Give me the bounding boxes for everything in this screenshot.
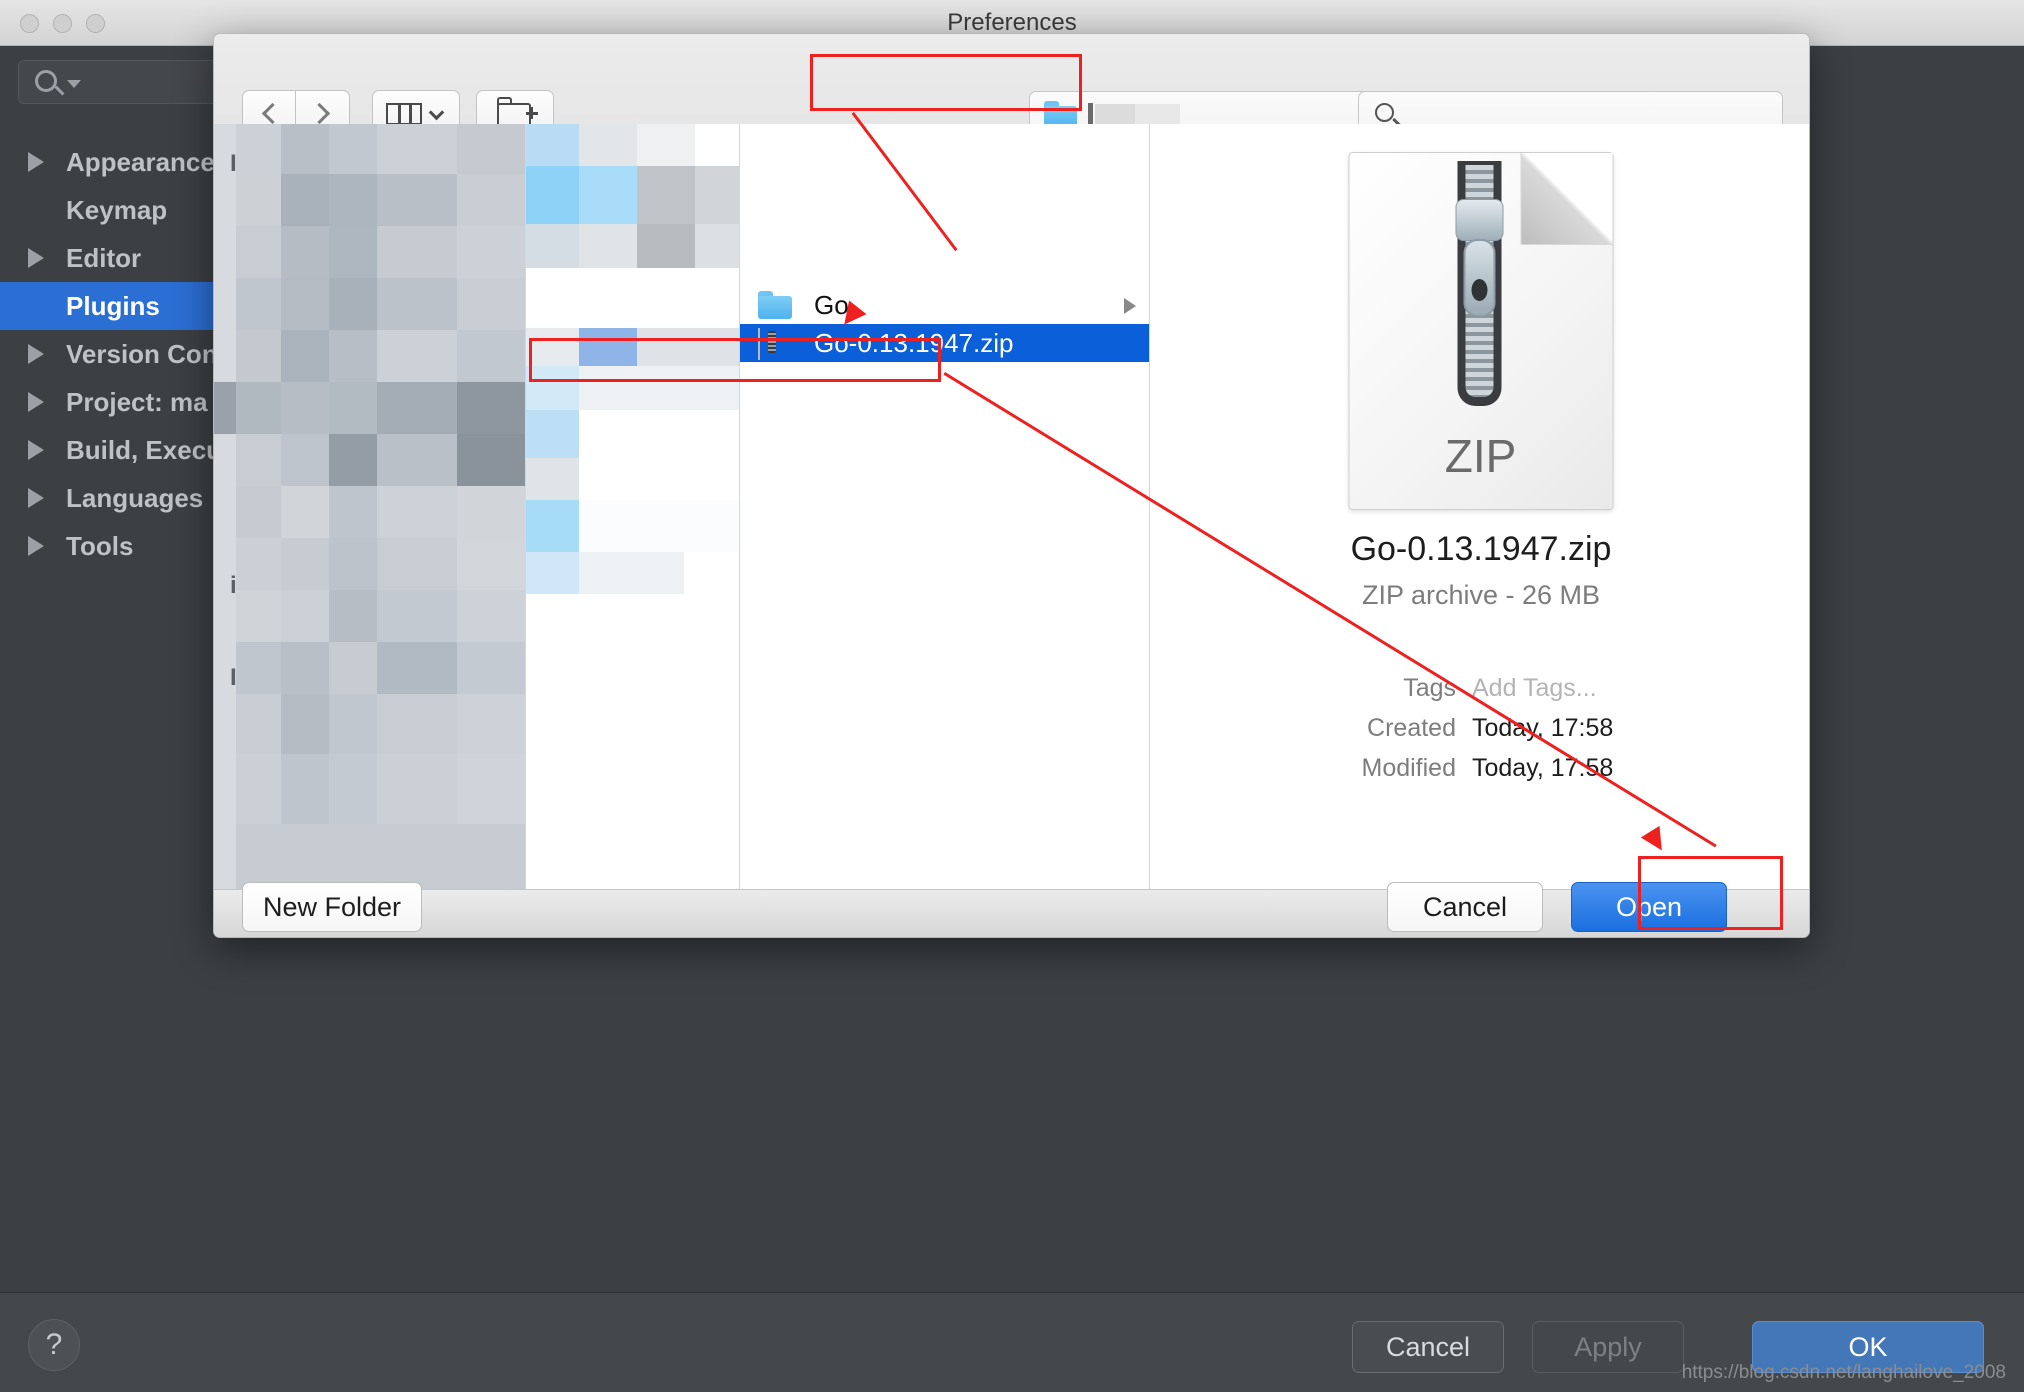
expand-arrow-icon[interactable] [28,536,44,556]
expand-arrow-icon[interactable] [28,440,44,460]
folder-icon [758,291,792,319]
file-dialog-open-button[interactable]: Open [1571,882,1727,932]
sidebar-item-label: Languages [66,482,204,513]
sidebar-item-label: Editor [66,242,142,273]
expand-arrow-icon[interactable] [28,248,44,268]
sidebar-item-label: Tools [66,530,134,561]
list-item[interactable]: Go-0.13.1947.zip [740,324,1149,362]
preview-meta-row: Modified Today, 17:58 [1150,754,1809,783]
file-dialog-column-3[interactable]: Go Go-0.13.1947.zip [739,124,1149,889]
favourites-blurred-label: i [230,572,237,599]
file-dialog-toolbar [214,34,1809,138]
meta-key: Tags [1403,674,1456,702]
chevron-down-icon[interactable] [67,80,81,88]
meta-key: Created [1367,714,1456,742]
list-item-label: Go-0.13.1947.zip [814,327,1014,358]
apply-button[interactable]: Apply [1532,1321,1684,1373]
new-folder-button[interactable]: New Folder [242,882,422,932]
zip-file-icon [758,328,792,360]
help-button[interactable]: ? [28,1319,80,1371]
expand-arrow-icon[interactable] [28,488,44,508]
file-dialog-cancel-button[interactable]: Cancel [1387,882,1543,932]
expand-arrow-icon[interactable] [28,392,44,412]
preview-meta-row: Tags Add Tags... [1150,674,1809,703]
meta-key: Modified [1361,754,1457,782]
chevron-right-icon [308,102,331,125]
search-icon [35,70,57,92]
sidebar-item-label: Project: ma [66,386,208,417]
file-dialog-favourites-column[interactable]: I i I [214,124,525,889]
preview-file-name: Go-0.13.1947.zip [1350,530,1612,568]
file-browser-columns: I i I Go Go-0.13.1947.zip ZIP Go-0.13.19… [214,124,1809,889]
expand-arrow-icon[interactable] [28,344,44,364]
zipper-slider-icon [1455,199,1503,241]
file-preview-panel: ZIP Go-0.13.1947.zip ZIP archive - 26 MB… [1149,124,1809,889]
cancel-button[interactable]: Cancel [1352,1321,1504,1373]
file-dialog-footer-actions: New Folder Cancel Open [214,874,1809,937]
page-curl-icon [1520,153,1612,245]
chevron-left-icon [261,102,284,125]
favourites-blurred-label: I [230,664,237,691]
list-item[interactable]: Go [740,286,1149,324]
disclosure-arrow-icon[interactable] [1124,298,1136,314]
search-icon-handle [54,85,65,96]
zip-archive-icon: ZIP [1348,152,1613,510]
column-view-icon [386,103,422,125]
chevron-down-icon [428,104,445,121]
file-dialog-column-2[interactable] [525,124,739,889]
open-file-dialog: I i I Go Go-0.13.1947.zip ZIP Go-0.13.19… [213,33,1810,938]
meta-value[interactable]: Add Tags... [1472,674,1597,703]
preview-file-kind: ZIP archive - 26 MB [1361,580,1601,610]
favourites-blurred-label: I [230,150,237,177]
zip-icon-label: ZIP [1444,430,1517,482]
preview-meta-row: Created Today, 17:58 [1150,714,1809,743]
sidebar-item-label: Keymap [66,194,168,225]
expand-arrow-icon[interactable] [28,152,44,172]
watermark-text: https://blog.csdn.net/langhailove_2008 [1681,1362,2006,1383]
sidebar-item-label: Plugins [66,290,160,321]
zipper-pull-icon [1463,239,1495,317]
